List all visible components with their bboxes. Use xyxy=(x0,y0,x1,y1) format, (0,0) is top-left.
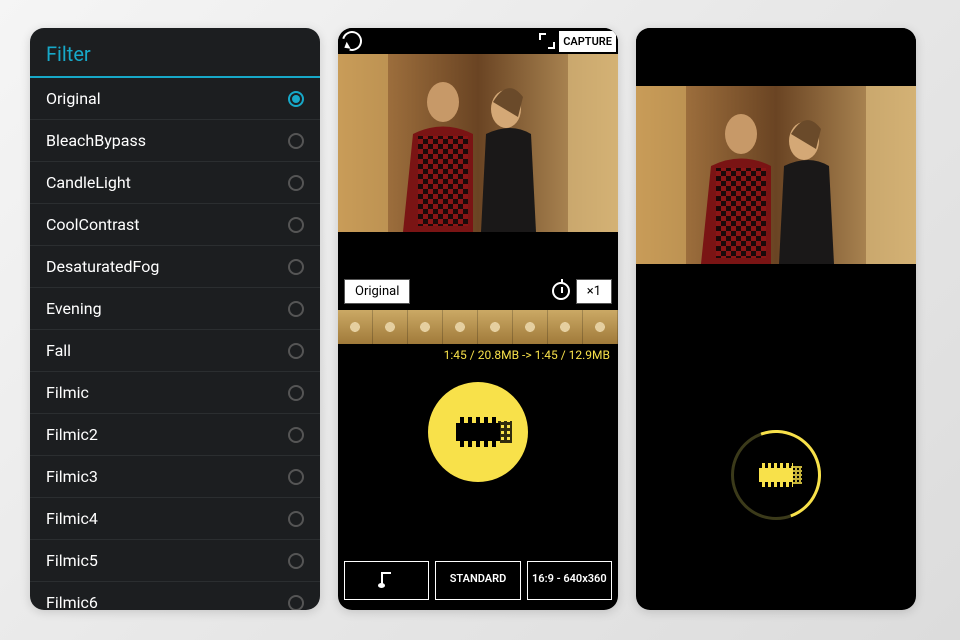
fullscreen-icon[interactable] xyxy=(539,33,555,49)
film-icon xyxy=(759,463,793,487)
current-filter-tag[interactable]: Original xyxy=(344,279,410,304)
radio-icon[interactable] xyxy=(288,385,304,401)
filter-label: Filmic2 xyxy=(46,425,98,444)
radio-icon[interactable] xyxy=(288,469,304,485)
processing-preview xyxy=(636,86,916,264)
capture-topbar: CAPTURE xyxy=(338,28,618,54)
resolution-button[interactable]: 16:9 - 640x360 xyxy=(527,561,612,600)
filter-label: Evening xyxy=(46,299,102,318)
preview-image xyxy=(636,86,916,264)
capture-panel: CAPTURE Original ×1 1:45 / 20.8MB -> 1:4… xyxy=(338,28,618,610)
radio-icon[interactable] xyxy=(288,301,304,317)
filter-speed-row: Original ×1 xyxy=(338,276,618,306)
filter-label: Filmic6 xyxy=(46,593,98,610)
filter-label: Filmic5 xyxy=(46,551,98,570)
radio-icon[interactable] xyxy=(288,553,304,569)
radio-icon[interactable] xyxy=(288,511,304,527)
filter-item-filmic[interactable]: Filmic xyxy=(30,372,320,414)
radio-icon[interactable] xyxy=(288,217,304,233)
preview-image xyxy=(338,54,618,232)
filter-label: Filmic3 xyxy=(46,467,98,486)
process-button[interactable] xyxy=(428,382,528,482)
filter-item-filmic2[interactable]: Filmic2 xyxy=(30,414,320,456)
filter-item-filmic3[interactable]: Filmic3 xyxy=(30,456,320,498)
filter-label: Filmic xyxy=(46,383,89,402)
filter-item-desaturatedfog[interactable]: DesaturatedFog xyxy=(30,246,320,288)
filter-item-fall[interactable]: Fall xyxy=(30,330,320,372)
filter-label: DesaturatedFog xyxy=(46,257,159,276)
processing-panel xyxy=(636,28,916,610)
filter-label: Fall xyxy=(46,341,71,360)
filter-item-filmic6[interactable]: Filmic6 xyxy=(30,582,320,610)
filter-item-coolcontrast[interactable]: CoolContrast xyxy=(30,204,320,246)
compression-info: 1:45 / 20.8MB -> 1:45 / 12.9MB xyxy=(338,344,618,362)
music-button[interactable] xyxy=(344,561,429,600)
filter-item-candlelight[interactable]: CandleLight xyxy=(30,162,320,204)
timeline-thumbnails[interactable] xyxy=(338,310,618,344)
radio-icon[interactable] xyxy=(288,175,304,191)
filter-list-title: Filter xyxy=(30,28,320,76)
radio-icon[interactable] xyxy=(288,133,304,149)
film-icon xyxy=(456,417,500,447)
stopwatch-icon[interactable] xyxy=(552,282,570,300)
progress-indicator xyxy=(731,430,821,520)
bottom-options: STANDARD 16:9 - 640x360 xyxy=(344,561,612,600)
filter-label: CoolContrast xyxy=(46,215,139,234)
refresh-icon[interactable] xyxy=(338,28,365,55)
preview-gap xyxy=(338,232,618,276)
filter-label: BleachBypass xyxy=(46,131,146,150)
radio-icon[interactable] xyxy=(288,595,304,611)
radio-icon[interactable] xyxy=(288,427,304,443)
quality-button[interactable]: STANDARD xyxy=(435,561,520,600)
filter-item-filmic4[interactable]: Filmic4 xyxy=(30,498,320,540)
radio-icon[interactable] xyxy=(288,91,304,107)
filter-item-original[interactable]: Original xyxy=(30,78,320,120)
radio-icon[interactable] xyxy=(288,259,304,275)
filter-label: Filmic4 xyxy=(46,509,98,528)
filter-item-bleachbypass[interactable]: BleachBypass xyxy=(30,120,320,162)
capture-button[interactable]: CAPTURE xyxy=(559,31,616,52)
speed-tag[interactable]: ×1 xyxy=(576,279,612,304)
filter-item-evening[interactable]: Evening xyxy=(30,288,320,330)
filter-label: CandleLight xyxy=(46,173,131,192)
music-icon xyxy=(381,572,393,586)
progress-ring xyxy=(731,430,821,520)
filter-item-filmic5[interactable]: Filmic5 xyxy=(30,540,320,582)
filter-list-panel: Filter Original BleachBypass CandleLight Co… xyxy=(30,28,320,610)
video-preview[interactable] xyxy=(338,54,618,232)
radio-icon[interactable] xyxy=(288,343,304,359)
filter-label: Original xyxy=(46,89,101,108)
